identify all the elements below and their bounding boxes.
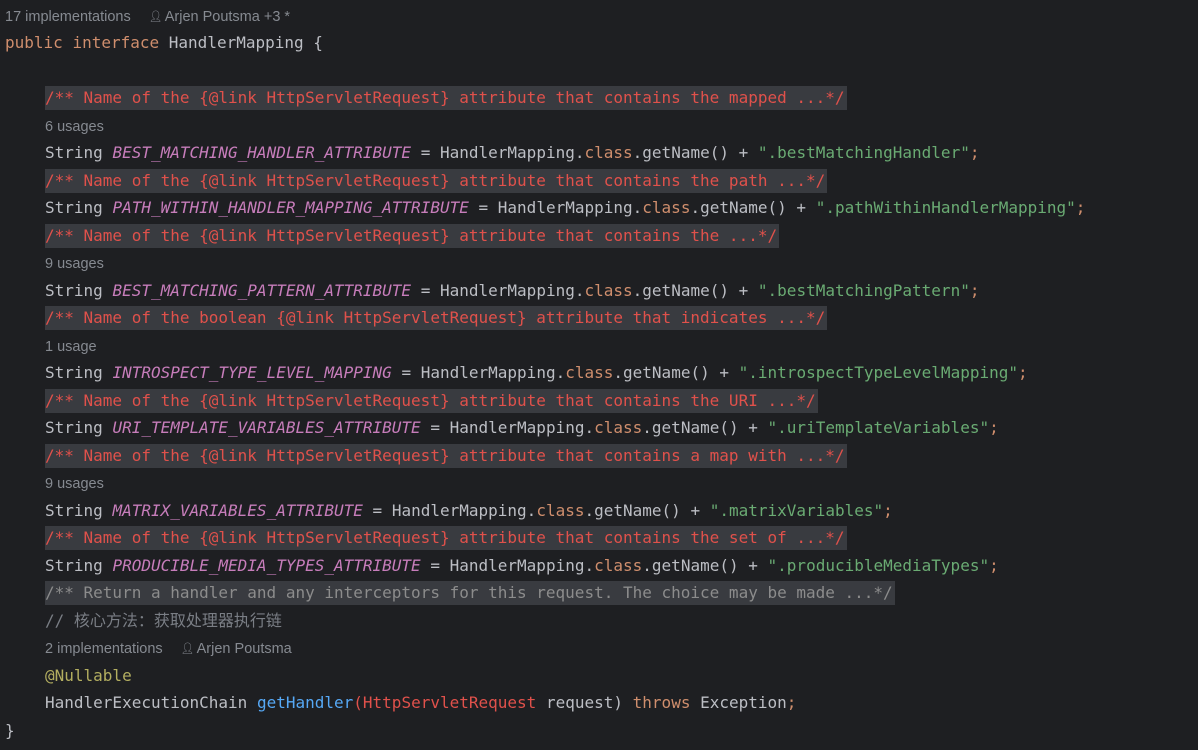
throws-keyword: throws: [632, 693, 691, 712]
nullable-annotation: @Nullable: [45, 666, 132, 685]
exception-type: Exception: [700, 693, 787, 712]
field-declaration[interactable]: String URI_TEMPLATE_VARIABLES_ATTRIBUTE …: [0, 414, 999, 441]
public-keyword: public: [5, 33, 63, 52]
annotation-line[interactable]: @Nullable: [0, 662, 132, 689]
usages-inlay[interactable]: 9 usages: [0, 253, 104, 275]
usages-inlay[interactable]: 6 usages: [0, 116, 104, 138]
implementations-link[interactable]: 17 implementations: [5, 9, 131, 25]
interface-keyword: interface: [72, 33, 160, 52]
code-editor[interactable]: 17 implementations 👤︎ Arjen Poutsma +3 * p…: [0, 0, 1198, 750]
field-doc-comment[interactable]: /** Name of the {@link HttpServletReques…: [0, 442, 847, 469]
header-inlay: 17 implementations 👤︎ Arjen Poutsma +3 *: [0, 6, 290, 28]
line-comment[interactable]: // 核心方法：获取处理器执行链: [0, 607, 282, 634]
implementations-link[interactable]: 2 implementations: [45, 641, 163, 657]
string-literal: ".bestMatchingPattern": [757, 281, 970, 300]
param-type: HttpServletRequest: [362, 693, 537, 712]
field-declaration[interactable]: String MATRIX_VARIABLES_ATTRIBUTE = Hand…: [0, 497, 893, 524]
field-declaration[interactable]: String BEST_MATCHING_HANDLER_ATTRIBUTE =…: [0, 139, 979, 166]
person-icon: 👤︎: [180, 643, 195, 655]
string-literal: ".producibleMediaTypes": [767, 556, 990, 575]
field-name: BEST_MATCHING_PATTERN_ATTRIBUTE: [112, 281, 412, 300]
usages-inlay[interactable]: 9 usages: [0, 473, 104, 495]
author-inlay[interactable]: 👤︎ Arjen Poutsma: [181, 641, 292, 657]
closing-brace[interactable]: }: [0, 717, 15, 744]
string-literal: ".uriTemplateVariables": [767, 418, 990, 437]
field-doc-comment[interactable]: /** Name of the {@link HttpServletReques…: [0, 222, 780, 249]
string-literal: ".introspectTypeLevelMapping": [738, 363, 1018, 382]
field-doc-comment[interactable]: /** Name of the {@link HttpServletReques…: [0, 387, 818, 414]
field-doc-comment[interactable]: /** Name of the {@link HttpServletReques…: [0, 84, 847, 111]
string-literal: ".matrixVariables": [709, 501, 884, 520]
field-name: PATH_WITHIN_HANDLER_MAPPING_ATTRIBUTE: [112, 198, 469, 217]
field-name: BEST_MATCHING_HANDLER_ATTRIBUTE: [112, 143, 412, 162]
method-declaration[interactable]: HandlerExecutionChain getHandler(HttpSer…: [0, 689, 796, 716]
interface-declaration[interactable]: public interface HandlerMapping {: [0, 29, 323, 56]
field-declaration[interactable]: String INTROSPECT_TYPE_LEVEL_MAPPING = H…: [0, 359, 1028, 386]
person-icon: 👤︎: [148, 11, 163, 23]
return-type: HandlerExecutionChain: [45, 693, 248, 712]
field-doc-comment[interactable]: /** Name of the boolean {@link HttpServl…: [0, 304, 828, 331]
field-doc-comment[interactable]: /** Name of the {@link HttpServletReques…: [0, 167, 828, 194]
method-doc-comment[interactable]: /** Return a handler and any interceptor…: [0, 579, 895, 606]
field-declaration[interactable]: String PRODUCIBLE_MEDIA_TYPES_ATTRIBUTE …: [0, 552, 999, 579]
method-name: getHandler: [256, 693, 354, 712]
field-declaration[interactable]: String BEST_MATCHING_PATTERN_ATTRIBUTE =…: [0, 277, 979, 304]
string-literal: ".pathWithinHandlerMapping": [815, 198, 1076, 217]
author-inlay[interactable]: 👤︎ Arjen Poutsma +3 *: [149, 9, 290, 25]
param-name: request: [545, 693, 614, 712]
field-name: URI_TEMPLATE_VARIABLES_ATTRIBUTE: [112, 418, 421, 437]
interface-name: HandlerMapping: [168, 33, 304, 52]
field-name: INTROSPECT_TYPE_LEVEL_MAPPING: [112, 363, 392, 382]
field-name: MATRIX_VARIABLES_ATTRIBUTE: [112, 501, 363, 520]
brace-open: {: [313, 33, 323, 52]
field-name: PRODUCIBLE_MEDIA_TYPES_ATTRIBUTE: [112, 556, 421, 575]
method-inlay: 2 implementations 👤︎ Arjen Poutsma: [0, 638, 292, 660]
field-declaration[interactable]: String PATH_WITHIN_HANDLER_MAPPING_ATTRI…: [0, 194, 1085, 221]
string-literal: ".bestMatchingHandler": [757, 143, 970, 162]
field-doc-comment[interactable]: /** Name of the {@link HttpServletReques…: [0, 524, 847, 551]
usages-inlay[interactable]: 1 usage: [0, 336, 97, 358]
